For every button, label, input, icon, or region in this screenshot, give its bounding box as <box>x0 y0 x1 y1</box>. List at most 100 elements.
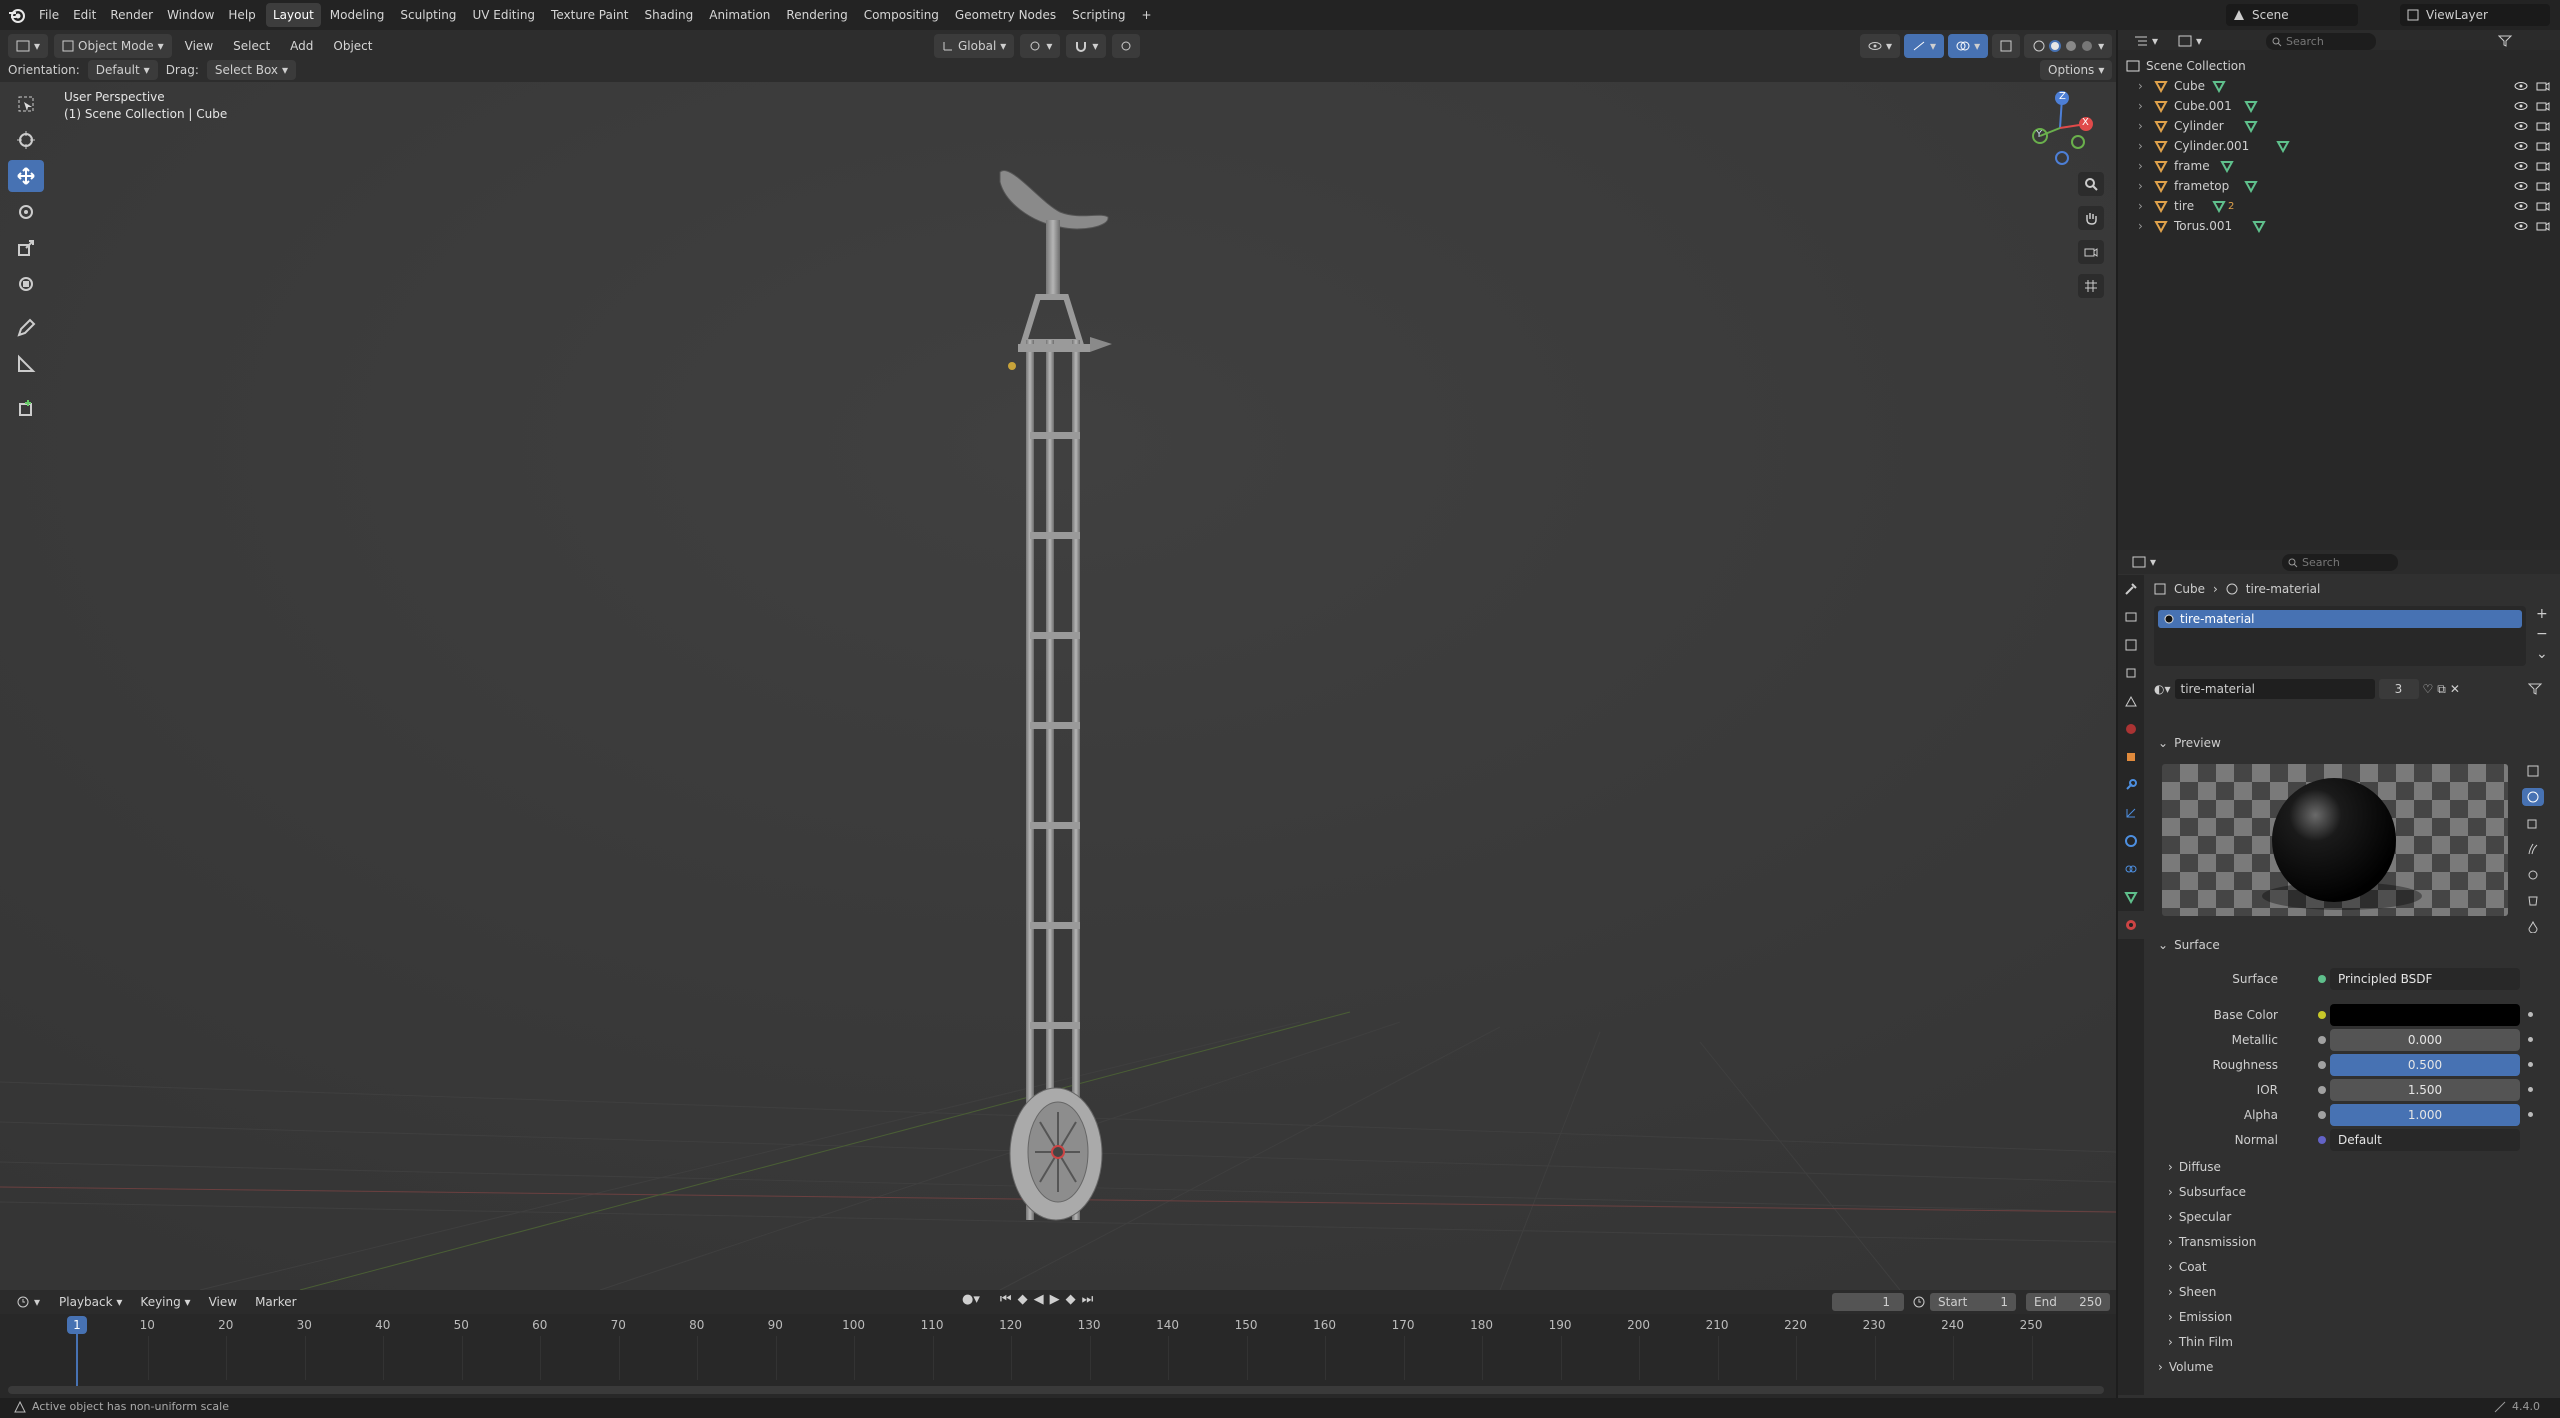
eye-icon[interactable] <box>2514 180 2528 192</box>
camera-render-icon[interactable] <box>2536 160 2550 172</box>
expand-chevron-icon[interactable]: › <box>2138 199 2148 213</box>
filter-icon[interactable] <box>2498 34 2526 48</box>
camera-render-icon[interactable] <box>2536 200 2550 212</box>
alpha-slider[interactable]: 1.000 <box>2330 1104 2520 1126</box>
tab-scripting[interactable]: Scripting <box>1065 3 1132 27</box>
tab-data[interactable] <box>2118 883 2144 911</box>
duplicate-material-button[interactable]: ⧉ <box>2437 682 2446 697</box>
socket-icon[interactable] <box>2318 1086 2326 1094</box>
menu-edit[interactable]: Edit <box>66 3 103 27</box>
playhead[interactable]: 1 <box>67 1316 87 1334</box>
keyframe-dot-icon[interactable] <box>2528 1012 2533 1017</box>
add-cube-tool[interactable] <box>8 392 44 424</box>
menu-select[interactable]: Select <box>226 34 277 58</box>
roughness-slider[interactable]: 0.500 <box>2330 1054 2520 1076</box>
outliner-item[interactable]: › Torus.001 <box>2118 216 2560 236</box>
tab-layout[interactable]: Layout <box>266 3 321 27</box>
eye-icon[interactable] <box>2514 200 2528 212</box>
blender-logo-icon[interactable] <box>8 6 26 28</box>
tab-constraints[interactable] <box>2118 855 2144 883</box>
eye-icon[interactable] <box>2514 120 2528 132</box>
subsection-diffuse[interactable]: › Diffuse <box>2168 1160 2221 1174</box>
scene-collection-row[interactable]: Scene Collection <box>2118 56 2560 76</box>
keyframe-dot-icon[interactable] <box>2528 1037 2533 1042</box>
expand-chevron-icon[interactable]: › <box>2138 219 2148 233</box>
timeline-scrollbar[interactable] <box>8 1386 2104 1394</box>
view-layer-selector[interactable]: ViewLayer <box>2400 4 2550 26</box>
subsection-sheen[interactable]: › Sheen <box>2168 1285 2216 1299</box>
editor-type-button[interactable]: ▾ <box>8 34 49 58</box>
ior-slider[interactable]: 1.500 <box>2330 1079 2520 1101</box>
outliner-item[interactable]: › Cube.001 <box>2118 96 2560 116</box>
annotate-tool[interactable] <box>8 312 44 344</box>
socket-icon[interactable] <box>2318 1011 2326 1019</box>
surface-shader-field[interactable]: Principled BSDF <box>2330 968 2520 990</box>
outliner-editor-type[interactable]: ▾ <box>2126 30 2166 52</box>
preview-cube-button[interactable] <box>2522 814 2544 832</box>
subsection-emission[interactable]: › Emission <box>2168 1310 2232 1324</box>
preview-fluid-button[interactable] <box>2522 918 2544 936</box>
tab-output[interactable] <box>2118 631 2144 659</box>
display-mode-selector[interactable]: ▾ <box>2170 30 2210 52</box>
base-color-swatch[interactable] <box>2330 1004 2520 1026</box>
shading-modes[interactable]: ▾ <box>2024 34 2113 58</box>
menu-help[interactable]: Help <box>221 3 262 27</box>
rotate-tool[interactable] <box>8 196 44 228</box>
expand-chevron-icon[interactable]: › <box>2138 99 2148 113</box>
transform-tool[interactable] <box>8 268 44 300</box>
preview-hair-button[interactable] <box>2522 840 2544 858</box>
mode-selector[interactable]: Object Mode ▾ <box>54 34 172 58</box>
tab-scene[interactable] <box>2118 687 2144 715</box>
material-name-field[interactable]: tire-material <box>2174 679 2375 699</box>
preview-cloth-button[interactable] <box>2522 892 2544 910</box>
add-slot-button[interactable]: + <box>2536 606 2548 622</box>
preview-section-header[interactable]: ⌄ Preview <box>2158 736 2221 750</box>
properties-editor-type[interactable]: ▾ <box>2124 550 2164 574</box>
transform-orientation-selector[interactable]: Global ▾ <box>934 34 1015 58</box>
tab-tool[interactable] <box>2118 575 2144 603</box>
camera-render-icon[interactable] <box>2536 120 2550 132</box>
menu-add[interactable]: Add <box>283 34 320 58</box>
tab-texture-paint[interactable]: Texture Paint <box>544 3 635 27</box>
frame-ruler[interactable]: 10 20 30 40 50 60 70 80 90 100 110 120 130 140 150 160 1… <box>0 1290 2116 1400</box>
menu-window[interactable]: Window <box>160 3 221 27</box>
material-slot-item[interactable]: tire-material <box>2158 610 2522 628</box>
tab-geometry-nodes[interactable]: Geometry Nodes <box>948 3 1063 27</box>
subsection-transmission[interactable]: › Transmission <box>2168 1235 2256 1249</box>
subsection-coat[interactable]: › Coat <box>2168 1260 2207 1274</box>
scale-tool[interactable] <box>8 232 44 264</box>
tab-animation[interactable]: Animation <box>702 3 777 27</box>
preview-flat-button[interactable] <box>2522 762 2544 780</box>
menu-view[interactable]: View <box>178 34 220 58</box>
volume-section-header[interactable]: › Volume <box>2158 1360 2213 1374</box>
drag-selector[interactable]: Select Box ▾ <box>206 60 297 80</box>
move-tool[interactable] <box>8 160 44 192</box>
surface-section-header[interactable]: ⌄ Surface <box>2158 938 2220 952</box>
socket-icon[interactable] <box>2318 1036 2326 1044</box>
subsection-subsurface[interactable]: › Subsurface <box>2168 1185 2246 1199</box>
tab-sculpting[interactable]: Sculpting <box>393 3 463 27</box>
outliner-item[interactable]: › frametop <box>2118 176 2560 196</box>
tab-object[interactable] <box>2118 743 2144 771</box>
outliner-item[interactable]: › Cube <box>2118 76 2560 96</box>
fake-user-button[interactable]: ♡ <box>2423 682 2434 696</box>
select-box-tool[interactable] <box>8 88 44 120</box>
ortho-toggle-button[interactable] <box>2078 274 2104 298</box>
tab-rendering[interactable]: Rendering <box>779 3 854 27</box>
properties-search[interactable]: Search <box>2282 554 2398 571</box>
subsection-thin-film[interactable]: › Thin Film <box>2168 1335 2233 1349</box>
tab-physics[interactable] <box>2118 827 2144 855</box>
tab-shading[interactable]: Shading <box>637 3 700 27</box>
normal-field[interactable]: Default <box>2330 1129 2520 1151</box>
menu-render[interactable]: Render <box>103 3 160 27</box>
camera-view-button[interactable] <box>2078 240 2104 264</box>
material-filter-icon[interactable] <box>2528 682 2548 696</box>
orientation-selector[interactable]: Default ▾ <box>87 60 158 80</box>
remove-slot-button[interactable]: − <box>2536 626 2548 642</box>
proportional-edit-toggle[interactable] <box>1112 34 1141 58</box>
expand-chevron-icon[interactable]: › <box>2138 139 2148 153</box>
gizmo-toggle[interactable]: ▾ <box>1904 34 1945 58</box>
socket-icon[interactable] <box>2318 975 2326 983</box>
socket-icon[interactable] <box>2318 1136 2326 1144</box>
tab-view-layer[interactable] <box>2118 659 2144 687</box>
